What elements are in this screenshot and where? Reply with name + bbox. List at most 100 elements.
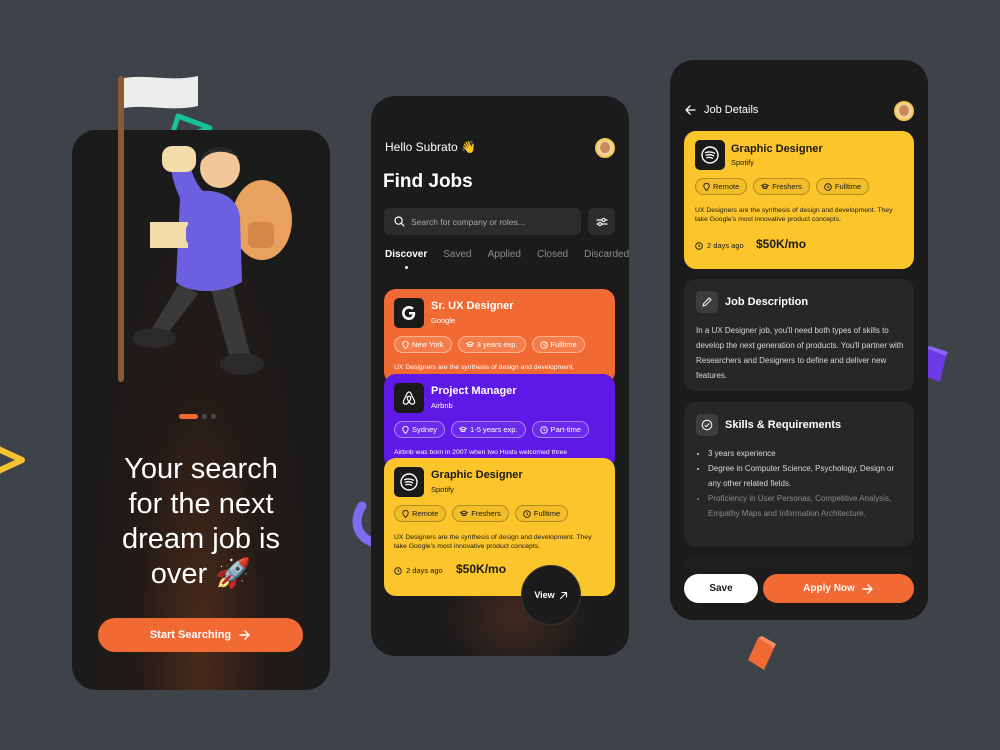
salary: $50K/mo <box>456 562 507 576</box>
job-type-chip: Fulltime <box>514 505 569 522</box>
tab-saved[interactable]: Saved <box>443 249 471 260</box>
skills-list: 3 years experience Degree in Computer Sc… <box>708 446 908 521</box>
headline-line: Your search <box>124 453 278 485</box>
tab-discarded[interactable]: Discarded <box>584 249 629 260</box>
check-circle-icon <box>696 414 718 436</box>
pager-dot-active[interactable] <box>179 414 198 419</box>
airbnb-icon <box>394 383 424 413</box>
job-details-screen: Job Details Graphic Designer Spotify Rem… <box>670 60 928 620</box>
headline-line: dream job is <box>122 523 280 555</box>
start-searching-button[interactable]: Start Searching <box>98 618 303 652</box>
job-card[interactable]: Sr. UX Designer Google New York 3 years … <box>384 289 615 384</box>
job-title: Graphic Designer <box>431 469 523 481</box>
description-body: In a UX Designer job, you'll need both t… <box>696 326 904 380</box>
panel-title: Skills & Requirements <box>725 419 842 431</box>
view-label: View <box>534 590 555 600</box>
job-card[interactable]: Graphic Designer Spotify Remote Freshers… <box>384 458 615 596</box>
pager-dot[interactable] <box>202 414 207 419</box>
location-pin-icon <box>402 425 409 434</box>
location-chip: Remote <box>695 178 748 195</box>
panel-header: Skills & Requirements <box>696 414 841 436</box>
panel-header: Job Description <box>696 291 808 313</box>
find-jobs-screen: Hello Subrato 👋 Find Jobs Search for com… <box>371 96 629 656</box>
history-icon <box>394 566 402 575</box>
job-description-panel: Job Description In a UX Designer job, yo… <box>684 279 914 391</box>
company-name: Spotify <box>431 485 454 494</box>
chip-label: Freshers <box>772 182 802 191</box>
greeting: Hello Subrato 👋 <box>385 140 476 154</box>
chip-label: Fulltime <box>550 340 577 349</box>
location-pin-icon <box>402 509 409 518</box>
experience-chip: 1-5 years exp. <box>451 421 526 438</box>
location-pin-icon <box>703 182 710 191</box>
arrow-left-icon <box>685 105 696 115</box>
arrow-right-icon <box>862 583 873 594</box>
tab-closed[interactable]: Closed <box>537 249 568 260</box>
job-description: UX Designers are the synthesis of design… <box>394 364 575 371</box>
avatar[interactable] <box>595 138 615 158</box>
screen-title: Job Details <box>704 104 759 116</box>
google-icon <box>394 298 424 328</box>
graduation-cap-icon <box>465 341 474 348</box>
clock-icon <box>539 425 548 434</box>
job-description: UX Designers are the synthesis of design… <box>695 207 893 223</box>
view-button[interactable]: View <box>521 565 581 625</box>
skills-panel: Skills & Requirements 3 years experience… <box>684 402 914 547</box>
chip-label: Freshers <box>471 509 501 518</box>
start-searching-label: Start Searching <box>149 629 232 641</box>
panel-title: Job Description <box>725 296 809 308</box>
job-tags: Remote Freshers Fulltime <box>394 505 569 522</box>
arrow-up-right-icon <box>559 591 567 599</box>
save-button[interactable]: Save <box>684 574 758 603</box>
job-tags: Remote Freshers Fulltime <box>695 178 870 195</box>
tab-discover[interactable]: Discover <box>385 249 427 269</box>
skill-item: 3 years experience <box>708 446 908 461</box>
chip-label: Fulltime <box>834 182 862 191</box>
job-tabs: Discover Saved Applied Closed Discarded <box>385 249 629 269</box>
company-name: Google <box>431 316 456 325</box>
arrow-right-icon <box>239 630 250 640</box>
filter-button[interactable] <box>588 208 615 235</box>
job-tags: Sydney 1-5 years exp. Part-time <box>394 421 589 438</box>
avatar[interactable] <box>894 101 914 121</box>
clock-icon <box>824 182 832 191</box>
skill-item: Degree in Computer Science, Psychology, … <box>708 461 908 491</box>
job-type-chip: Part-time <box>531 421 589 438</box>
spotify-icon <box>394 467 424 497</box>
chip-label: Fulltime <box>533 509 561 518</box>
save-label: Save <box>709 583 733 594</box>
headline-line: for the next <box>128 488 274 520</box>
yellow-chevron-decoration <box>0 446 25 474</box>
apply-label: Apply Now <box>803 583 855 594</box>
history-icon <box>695 241 703 250</box>
tab-applied[interactable]: Applied <box>488 249 521 260</box>
search-placeholder: Search for company or roles... <box>411 216 525 227</box>
clock-icon <box>539 340 548 349</box>
search-input[interactable]: Search for company or roles... <box>384 208 581 235</box>
apply-now-button[interactable]: Apply Now <box>763 574 914 603</box>
posted-label: 2 days ago <box>406 566 443 575</box>
page-title: Find Jobs <box>383 171 473 192</box>
posted-date: 2 days ago <box>695 241 744 250</box>
job-title: Graphic Designer <box>731 143 823 155</box>
salary: $50K/mo <box>756 237 807 251</box>
company-name: Airbnb <box>431 401 453 410</box>
graduation-cap-icon <box>460 510 469 517</box>
posted-label: 2 days ago <box>707 241 744 250</box>
orange-cube-decoration <box>748 636 776 670</box>
back-navigation[interactable]: Job Details <box>684 104 758 116</box>
canvas: Your search for the next dream job is ov… <box>0 0 1000 750</box>
job-type-chip: Fulltime <box>815 178 870 195</box>
onboarding-headline: Your search for the next dream job is ov… <box>72 452 330 592</box>
posted-date: 2 days ago <box>394 566 443 575</box>
location-chip: Remote <box>394 505 447 522</box>
job-tags: New York 3 years exp. Fulltime <box>394 336 585 353</box>
job-description: UX Designers are the synthesis of design… <box>394 534 592 550</box>
company-name: Spotify <box>731 158 754 167</box>
experience-chip: 3 years exp. <box>457 336 526 353</box>
job-card[interactable]: Project Manager Airbnb Sydney 1-5 years … <box>384 374 615 469</box>
clock-icon <box>523 509 531 518</box>
chip-label: Remote <box>412 509 439 518</box>
pager-dot[interactable] <box>211 414 216 419</box>
search-icon <box>394 216 405 227</box>
